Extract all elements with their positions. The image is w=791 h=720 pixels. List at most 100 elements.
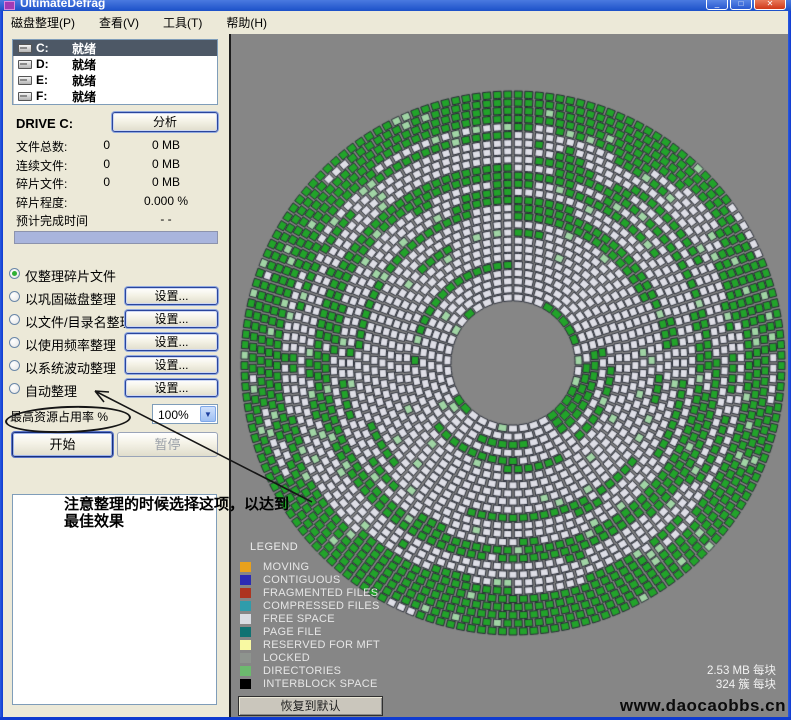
stat-row: 碎片程度: 0.000 % xyxy=(3,194,229,212)
start-button[interactable]: 开始 xyxy=(12,432,113,457)
radio-unselected[interactable] xyxy=(9,360,20,371)
stat-row: 碎片文件:0 0 MB xyxy=(3,175,229,193)
drive-status-label: 就绪 xyxy=(72,88,96,105)
disk-map-area: LEGEND MOVINGCONTIGUOUSFRAGMENTED FILESC… xyxy=(229,34,791,717)
radio-selected[interactable] xyxy=(9,268,20,279)
stat-label: 碎片程度: xyxy=(16,194,67,211)
drive-icon xyxy=(18,76,32,85)
drive-row[interactable]: F:就绪 xyxy=(13,88,217,104)
window-border-left xyxy=(0,0,3,720)
drive-row[interactable]: C:就绪 xyxy=(13,40,217,56)
legend-swatch xyxy=(240,679,251,689)
drive-name-label: D: xyxy=(36,57,72,71)
drive-row[interactable]: D:就绪 xyxy=(13,56,217,72)
radio-unselected[interactable] xyxy=(9,337,20,348)
legend-swatch xyxy=(240,627,251,637)
legend-label: LOCKED xyxy=(263,652,310,664)
minimize-button[interactable]: _ xyxy=(706,0,728,10)
legend-label: MOVING xyxy=(263,561,309,573)
radio-unselected[interactable] xyxy=(9,291,20,302)
window-title: UltimateDefrag xyxy=(20,0,105,10)
resource-usage-value: 100% xyxy=(158,408,189,422)
method-label: 以巩固磁盘整理 xyxy=(25,289,116,308)
stat-label: 文件总数: xyxy=(16,138,67,155)
legend-swatch xyxy=(240,575,251,585)
menu-item-0[interactable]: 磁盘整理(P) xyxy=(11,14,75,31)
stat-label: 碎片文件: xyxy=(16,175,67,192)
annotation-line2: 最佳效果 xyxy=(64,513,289,530)
stat-size: - - xyxy=(128,212,204,226)
method-label: 仅整理碎片文件 xyxy=(25,266,116,285)
stat-size: 0.000 % xyxy=(128,194,204,208)
radio-unselected[interactable] xyxy=(9,314,20,325)
method-row: 以使用频率整理设置... xyxy=(3,333,229,353)
block-info: 2.53 MB 每块 324 簇 每块 xyxy=(561,664,776,692)
drive-icon xyxy=(18,60,32,69)
legend-swatch xyxy=(240,601,251,611)
drive-row[interactable]: E:就绪 xyxy=(13,72,217,88)
stat-label: 预计完成时间 xyxy=(16,212,88,229)
method-row: 以文件/目录名整理设置... xyxy=(3,310,229,330)
settings-button[interactable]: 设置... xyxy=(125,379,218,397)
drive-icon xyxy=(18,44,32,53)
left-panel: C:就绪D:就绪E:就绪F:就绪 DRIVE C: 分析 文件总数:00 MB连… xyxy=(3,34,229,717)
method-row: 自动整理 设置... xyxy=(3,379,229,399)
legend-swatch xyxy=(240,653,251,663)
legend-swatch xyxy=(240,562,251,572)
chevron-down-icon[interactable]: ▼ xyxy=(200,406,216,422)
analyze-button[interactable]: 分析 xyxy=(112,112,218,132)
maximize-icon: □ xyxy=(731,0,751,8)
legend-label: INTERBLOCK SPACE xyxy=(263,678,378,690)
menu-item-3[interactable]: 帮助(H) xyxy=(226,14,267,31)
minimize-icon: _ xyxy=(707,0,727,8)
settings-button[interactable]: 设置... xyxy=(125,333,218,351)
watermark-text: www.daocaobbs.cn xyxy=(601,696,786,716)
pause-button[interactable]: 暂停 xyxy=(117,432,218,457)
drive-status-label: 就绪 xyxy=(72,56,96,73)
legend-label: RESERVED FOR MFT xyxy=(263,639,380,651)
settings-button[interactable]: 设置... xyxy=(125,310,218,328)
stat-row: 连续文件:0 0 MB xyxy=(3,157,229,175)
stat-size: 0 MB xyxy=(128,157,204,171)
close-icon: ✕ xyxy=(755,0,785,8)
menu-bar: 磁盘整理(P) 查看(V) 工具(T) 帮助(H) xyxy=(3,11,788,34)
method-row: 以系统波动整理设置... xyxy=(3,356,229,376)
method-label: 以使用频率整理 xyxy=(25,335,116,354)
drive-name-label: E: xyxy=(36,73,72,87)
settings-button[interactable]: 设置... xyxy=(125,356,218,374)
stat-size: 0 MB xyxy=(128,138,204,152)
legend-title: LEGEND xyxy=(250,541,298,553)
menu-item-1[interactable]: 查看(V) xyxy=(99,14,139,31)
cluster-size-label: 324 簇 每块 xyxy=(561,678,776,692)
drive-list[interactable]: C:就绪D:就绪E:就绪F:就绪 xyxy=(12,39,218,105)
method-label: 自动整理 xyxy=(25,381,77,400)
radio-unselected[interactable] xyxy=(9,383,20,394)
drive-status-label: 就绪 xyxy=(72,72,96,89)
drive-icon xyxy=(18,92,32,101)
app-window: UltimateDefrag _ □ ✕ 磁盘整理(P) 查看(V) 工具(T) 帮助… xyxy=(0,0,791,720)
progress-bar xyxy=(14,231,218,244)
stat-row: 预计完成时间 - - xyxy=(3,212,229,230)
restore-default-button[interactable]: 恢复到默认 xyxy=(238,696,383,716)
annotation-text: 注意整理的时候选择这项，以达到 最佳效果 xyxy=(64,496,289,530)
drive-name-label: C: xyxy=(36,41,72,55)
legend-label: DIRECTORIES xyxy=(263,665,341,677)
legend-swatch xyxy=(240,640,251,650)
stat-label: 连续文件: xyxy=(16,157,67,174)
menu-item-2[interactable]: 工具(T) xyxy=(163,14,202,31)
close-button[interactable]: ✕ xyxy=(754,0,786,10)
legend-label: FREE SPACE xyxy=(263,613,335,625)
app-icon xyxy=(4,1,15,10)
method-row: 仅整理碎片文件 xyxy=(3,264,229,284)
maximize-button[interactable]: □ xyxy=(730,0,752,10)
stat-count: 0 xyxy=(68,175,110,189)
stat-count: 0 xyxy=(68,157,110,171)
stat-size: 0 MB xyxy=(128,175,204,189)
title-bar: UltimateDefrag xyxy=(0,0,791,11)
settings-button[interactable]: 设置... xyxy=(125,287,218,305)
drive-name-label: F: xyxy=(36,89,72,103)
resource-usage-select[interactable]: 100% ▼ xyxy=(152,404,218,424)
legend-label: PAGE FILE xyxy=(263,626,322,638)
stat-row: 文件总数:00 MB xyxy=(3,138,229,156)
legend-label: CONTIGUOUS xyxy=(263,574,341,586)
